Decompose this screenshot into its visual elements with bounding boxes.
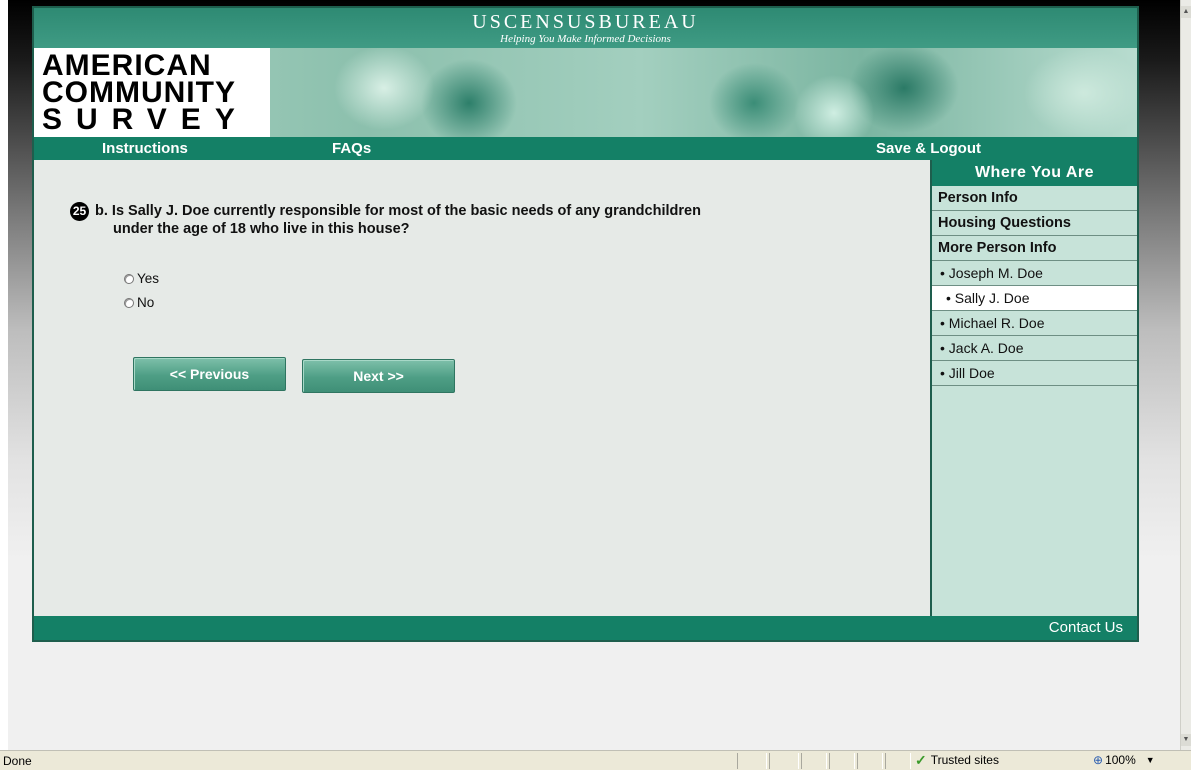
next-button[interactable]: Next >> (302, 359, 455, 393)
checkmark-icon: ✓ (915, 752, 927, 768)
sidebar-heading: Where You Are (932, 160, 1137, 186)
top-nav: Instructions FAQs Save & Logout (34, 137, 1137, 160)
sidebar-section-more-person-info[interactable]: More Person Info (932, 236, 1137, 261)
question-line-1: b. Is Sally J. Doe currently responsible… (95, 203, 701, 219)
option-no-label: No (137, 295, 155, 310)
browser-left-edge (0, 0, 8, 750)
sidebar-person-joseph[interactable]: • Joseph M. Doe (932, 261, 1137, 286)
status-pane (829, 753, 855, 769)
status-pane (737, 753, 767, 769)
where-you-are-sidebar: Where You Are Person Info Housing Questi… (930, 160, 1137, 616)
sidebar-person-michael[interactable]: • Michael R. Doe (932, 311, 1137, 336)
instructions-link[interactable]: Instructions (102, 140, 188, 157)
status-pane (801, 753, 827, 769)
question-panel: 25 b. Is Sally J. Doe currently responsi… (34, 160, 930, 616)
question-number-badge: 25 (70, 202, 89, 221)
scroll-down-icon[interactable]: ▼ (1181, 734, 1191, 746)
logo-line-community: COMMUNITY (42, 76, 236, 109)
question-text: b. Is Sally J. Doe currently responsible… (95, 202, 855, 238)
scroll-up-icon[interactable]: ▲ (1181, 6, 1191, 18)
sidebar-person-jill[interactable]: • Jill Doe (932, 361, 1137, 386)
logo-line-american: AMERICAN (42, 49, 212, 82)
sidebar-person-jack[interactable]: • Jack A. Doe (932, 336, 1137, 361)
sidebar-section-housing-questions[interactable]: Housing Questions (932, 211, 1137, 236)
option-yes-label: Yes (137, 271, 160, 286)
vertical-scrollbar[interactable]: ▲ ▼ (1180, 0, 1191, 750)
sidebar-section-person-info[interactable]: Person Info (932, 186, 1137, 211)
status-pane (769, 753, 799, 769)
sidebar-person-sally[interactable]: • Sally J. Doe (932, 286, 1137, 311)
census-title: USCENSUSBUREAU (472, 11, 699, 33)
radio-yes[interactable] (124, 273, 134, 284)
zoom-control[interactable]: ⊕ 100% ▼ (1093, 753, 1155, 767)
contact-us-link[interactable]: Contact Us (1049, 619, 1123, 636)
radio-no[interactable] (124, 297, 134, 308)
app-frame: USCENSUSBUREAU Helping You Make Informed… (32, 6, 1139, 642)
logo-line-survey: SURVEY (42, 103, 249, 136)
faqs-link[interactable]: FAQs (332, 140, 371, 157)
acs-logo: AMERICAN COMMUNITY SURVEY (34, 48, 270, 137)
option-yes[interactable]: Yes (124, 271, 159, 286)
census-banner: USCENSUSBUREAU Helping You Make Informed… (34, 8, 1137, 48)
security-zone-label: Trusted sites (930, 753, 999, 767)
option-no[interactable]: No (124, 295, 154, 310)
status-text: Done (3, 754, 32, 768)
security-zone: ✓ Trusted sites (915, 753, 999, 767)
status-pane (857, 753, 883, 769)
question-line-2: under the age of 18 who live in this hou… (113, 221, 410, 237)
browser-status-bar: Done ✓ Trusted sites ⊕ 100% ▼ (0, 750, 1191, 770)
footer-bar: Contact Us (34, 616, 1137, 640)
previous-button[interactable]: << Previous (133, 357, 286, 391)
magnifier-icon: ⊕ (1093, 753, 1104, 767)
save-logout-link[interactable]: Save & Logout (876, 140, 981, 157)
zoom-dropdown-icon[interactable]: ▼ (1146, 755, 1155, 765)
census-tagline: Helping You Make Informed Decisions (500, 33, 671, 45)
status-pane (885, 753, 911, 769)
zoom-level: 100% (1105, 753, 1136, 767)
